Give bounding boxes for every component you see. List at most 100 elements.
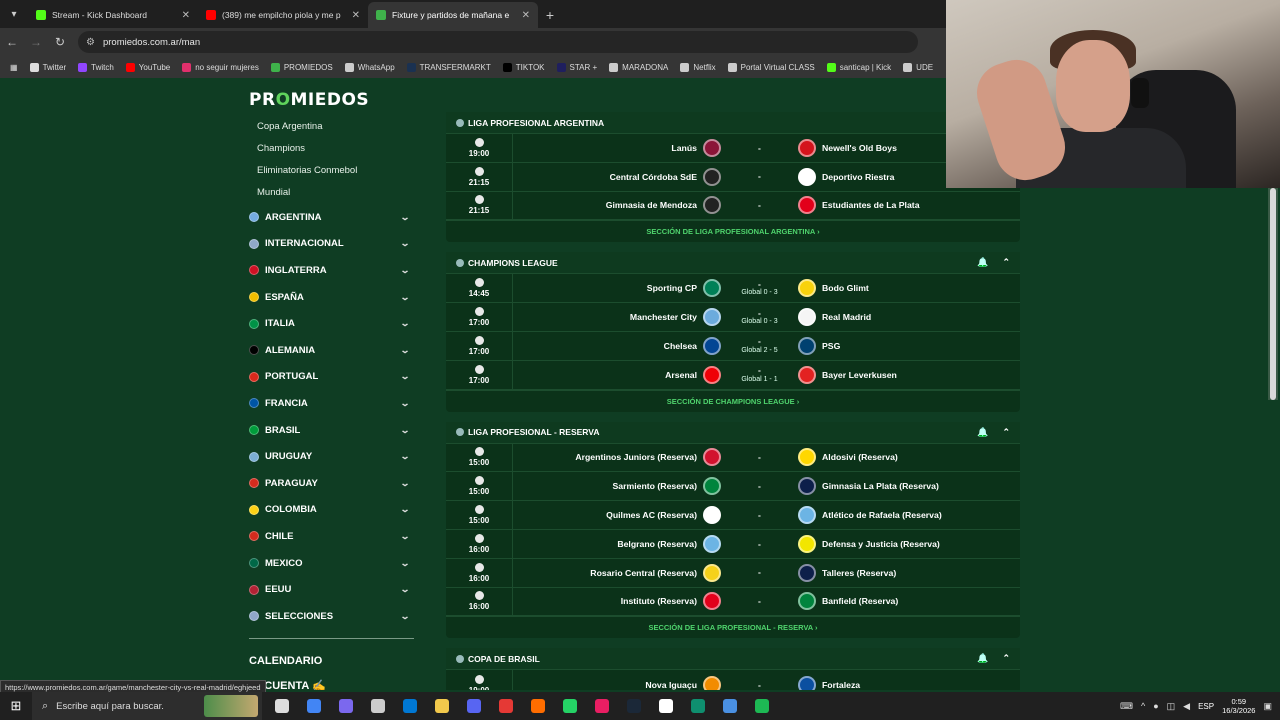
- taskbar-app-icon[interactable]: [586, 692, 618, 720]
- sidebar-country-item[interactable]: INTERNACIONAL ⌄: [249, 231, 415, 258]
- show-hidden-icon[interactable]: ^: [1141, 701, 1145, 711]
- league-header[interactable]: COPA DE BRASIL 🔔 ⌃: [446, 648, 1020, 671]
- sidebar-country-item[interactable]: COLOMBIA ⌄: [249, 497, 415, 524]
- bell-icon[interactable]: 🔔: [977, 653, 988, 664]
- bookmark-item[interactable]: TRANSFERMARKT: [401, 62, 497, 72]
- page-scrollbar[interactable]: [1268, 188, 1278, 400]
- league-section-link[interactable]: SECCIÓN DE CHAMPIONS LEAGUE ›: [446, 389, 1020, 412]
- chevron-down-icon[interactable]: ⌄: [397, 318, 414, 329]
- league-header[interactable]: LIGA PROFESIONAL - RESERVA 🔔 ⌃: [446, 421, 1020, 444]
- chevron-down-icon[interactable]: ⌄: [397, 531, 414, 542]
- bookmark-item[interactable]: MARADONA: [603, 62, 674, 72]
- sidebar-country-item[interactable]: URUGUAY ⌄: [249, 443, 415, 470]
- league-header[interactable]: LIGA PROFESIONAL ARGENTINA: [446, 112, 1020, 134]
- chevron-down-icon[interactable]: ⌄: [397, 451, 414, 462]
- sidebar-country-item[interactable]: ESPAÑA ⌄: [249, 284, 415, 311]
- match-row[interactable]: 21:15 Central Córdoba SdE - Deportivo Riest…: [446, 162, 1020, 192]
- taskbar-app-icon[interactable]: [394, 692, 426, 720]
- chevron-up-icon[interactable]: ⌃: [1002, 653, 1010, 664]
- tab-search-icon[interactable]: ▾: [0, 0, 28, 28]
- chevron-up-icon[interactable]: ⌃: [1002, 427, 1010, 438]
- taskbar-app-icon[interactable]: [554, 692, 586, 720]
- sidebar-country-item[interactable]: MEXICO ⌄: [249, 550, 415, 577]
- keyboard-icon[interactable]: ⌨: [1120, 701, 1133, 712]
- tab-close-icon[interactable]: ✕: [352, 10, 360, 21]
- sidebar-country-item[interactable]: INGLATERRA ⌄: [249, 257, 415, 284]
- chevron-down-icon[interactable]: ⌄: [397, 238, 414, 249]
- apps-grid-icon[interactable]: ▦: [4, 63, 24, 72]
- language-indicator[interactable]: ESP: [1198, 702, 1214, 711]
- sidebar-country-item[interactable]: ARGENTINA ⌄: [249, 204, 415, 231]
- match-row[interactable]: 16:00 Rosario Central (Reserva) - Talleres …: [446, 558, 1020, 588]
- chevron-down-icon[interactable]: ⌄: [397, 371, 414, 382]
- browser-tab[interactable]: Fixture y partidos de mañana e ✕: [368, 2, 538, 28]
- promiedos-logo[interactable]: PROMIEDOS: [249, 90, 369, 110]
- taskbar-app-icon[interactable]: [298, 692, 330, 720]
- chevron-down-icon[interactable]: ⌄: [397, 584, 414, 595]
- bell-icon[interactable]: 🔔: [977, 257, 988, 268]
- match-row[interactable]: 21:15 Gimnasia de Mendoza - Estudiantes de …: [446, 191, 1020, 221]
- match-row[interactable]: 16:00 Belgrano (Reserva) - Defensa y Justic…: [446, 529, 1020, 559]
- volume-icon[interactable]: ◀: [1183, 701, 1190, 712]
- windows-start-icon[interactable]: ⊞: [0, 698, 32, 714]
- site-info-icon[interactable]: ⚙: [86, 37, 95, 48]
- clock[interactable]: 0:59 16/3/2026: [1222, 697, 1255, 716]
- taskbar-search[interactable]: ⌕ Escribe aquí para buscar.: [32, 692, 262, 720]
- match-row[interactable]: 14:45 Sporting CP - Global 0 - 3 Bodo Glimt: [446, 274, 1020, 304]
- match-row[interactable]: 17:00 Arsenal - Global 1 - 1 Bayer Leverkuse…: [446, 360, 1020, 390]
- sidebar-country-item[interactable]: EEUU ⌄: [249, 576, 415, 603]
- taskbar-app-icon[interactable]: [426, 692, 458, 720]
- match-row[interactable]: 17:00 Manchester City - Global 0 - 3 Real Ma…: [446, 303, 1020, 332]
- league-header[interactable]: CHAMPIONS LEAGUE 🔔 ⌃: [446, 252, 1020, 275]
- taskbar-app-icon[interactable]: [682, 692, 714, 720]
- tab-close-icon[interactable]: ✕: [182, 10, 190, 21]
- taskbar-app-icon[interactable]: [330, 692, 362, 720]
- sidebar-country-item[interactable]: ALEMANIA ⌄: [249, 337, 415, 364]
- bookmark-item[interactable]: Twitter: [24, 62, 73, 72]
- back-icon[interactable]: ←: [0, 35, 24, 49]
- calendar-link[interactable]: CALENDARIO: [249, 655, 415, 667]
- account-link[interactable]: MI CUENTA ✍: [249, 679, 415, 691]
- reload-icon[interactable]: ↻: [48, 35, 72, 49]
- browser-tab[interactable]: (389) me empilcho piola y me p ✕: [198, 2, 368, 28]
- match-row[interactable]: 15:00 Quilmes AC (Reserva) - Atlético de Ra…: [446, 501, 1020, 530]
- match-row[interactable]: 16:00 Instituto (Reserva) - Banfield (Reser…: [446, 587, 1020, 617]
- sidebar-country-item[interactable]: BRASIL ⌄: [249, 417, 415, 444]
- notifications-icon[interactable]: ▣: [1263, 701, 1272, 712]
- url-field[interactable]: ⚙ promiedos.com.ar/man: [78, 31, 918, 53]
- chevron-down-icon[interactable]: ⌄: [397, 292, 414, 303]
- bookmark-item[interactable]: santicap | Kick: [821, 62, 897, 72]
- taskbar-app-icon[interactable]: [650, 692, 682, 720]
- chevron-down-icon[interactable]: ⌄: [397, 212, 414, 223]
- bookmark-item[interactable]: TIKTOK: [497, 62, 551, 72]
- sidebar-link[interactable]: Copa Argentina: [249, 116, 415, 138]
- sidebar-country-item[interactable]: PORTUGAL ⌄: [249, 364, 415, 391]
- bookmark-item[interactable]: STAR +: [551, 62, 604, 72]
- sidebar-country-item[interactable]: FRANCIA ⌄: [249, 390, 415, 417]
- chevron-down-icon[interactable]: ⌄: [397, 398, 414, 409]
- taskbar-app-icon[interactable]: [490, 692, 522, 720]
- sidebar-link[interactable]: Mundial: [249, 182, 415, 204]
- sidebar-link[interactable]: Champions: [249, 138, 415, 160]
- chevron-down-icon[interactable]: ⌄: [397, 478, 414, 489]
- league-section-link[interactable]: SECCIÓN DE LIGA PROFESIONAL - RESERVA ›: [446, 616, 1020, 638]
- chevron-down-icon[interactable]: ⌄: [397, 558, 414, 569]
- chevron-down-icon[interactable]: ⌄: [397, 425, 414, 436]
- chevron-down-icon[interactable]: ⌄: [397, 265, 414, 276]
- match-row[interactable]: 17:00 Chelsea - Global 2 - 5 PSG: [446, 331, 1020, 361]
- browser-tab[interactable]: Stream - Kick Dashboard ✕: [28, 2, 198, 28]
- chevron-down-icon[interactable]: ⌄: [397, 504, 414, 515]
- taskbar-app-icon[interactable]: [458, 692, 490, 720]
- network-icon[interactable]: ◫: [1167, 701, 1176, 712]
- sidebar-country-item[interactable]: PARAGUAY ⌄: [249, 470, 415, 497]
- bookmark-item[interactable]: UDE: [897, 62, 939, 72]
- taskbar-app-icon[interactable]: [618, 692, 650, 720]
- new-tab-button[interactable]: +: [538, 2, 562, 28]
- sidebar-country-item[interactable]: CHILE ⌄: [249, 523, 415, 550]
- taskbar-app-icon[interactable]: [522, 692, 554, 720]
- match-row[interactable]: 19:00 Nova Iguaçu - Fortaleza: [446, 670, 1020, 690]
- bookmark-item[interactable]: Netflix: [674, 62, 721, 72]
- bookmark-item[interactable]: WhatsApp: [339, 62, 401, 72]
- taskbar-app-icon[interactable]: [714, 692, 746, 720]
- match-row[interactable]: 19:00 Lanús - Newell's Old Boys: [446, 134, 1020, 163]
